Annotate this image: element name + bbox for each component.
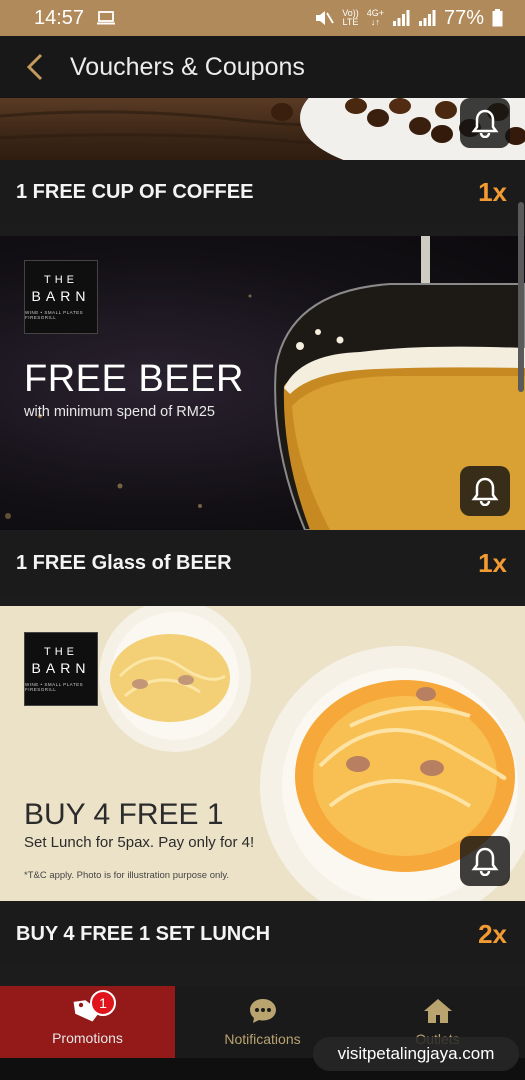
home-icon <box>423 999 452 1023</box>
back-button[interactable] <box>0 36 70 98</box>
bell-reminder-button[interactable] <box>460 98 510 148</box>
bell-icon <box>471 847 499 876</box>
the-barn-logo: THE BARN WINE • SMALL PLATES FIRESGRILL <box>24 260 98 334</box>
banner-headline: FREE BEER <box>24 358 244 400</box>
page-title: Vouchers & Coupons <box>70 52 305 81</box>
network-type-indicator: 4G+ ↓↑ <box>366 8 384 27</box>
bell-icon <box>471 109 499 138</box>
voucher-quantity: 1x <box>478 176 507 207</box>
bell-reminder-button[interactable] <box>460 836 510 886</box>
nav-label: Notifications <box>224 1031 301 1047</box>
chevron-left-icon <box>26 53 43 81</box>
voucher-list[interactable]: 1 FREE CUP OF COFFEE 1x THE BARN WINE • … <box>0 98 525 986</box>
voucher-row-lunch[interactable]: BUY 4 FREE 1 SET LUNCH 2x <box>0 902 525 966</box>
battery-percent: 77% <box>443 6 484 29</box>
nav-tab-promotions[interactable]: 1 Promotions <box>0 986 175 1058</box>
chat-bubble-icon <box>249 999 276 1023</box>
notification-badge: 1 <box>90 990 116 1016</box>
voucher-quantity: 1x <box>478 547 507 578</box>
voucher-row-coffee[interactable]: 1 FREE CUP OF COFFEE 1x <box>0 160 525 224</box>
laptop-icon <box>97 11 116 25</box>
voucher-banner-lunch[interactable]: THE BARN WINE • SMALL PLATES FIRESGRILL … <box>0 606 525 901</box>
signal-icon <box>392 10 410 26</box>
battery-icon <box>492 9 503 27</box>
voucher-banner-coffee[interactable] <box>0 98 525 160</box>
banner-subtext: with minimum spend of RM25 <box>24 404 215 420</box>
banner-subtext: Set Lunch for 5pax. Pay only for 4! <box>24 834 255 851</box>
mute-icon <box>316 11 334 25</box>
volte-indicator: Vo)) LTE <box>342 8 359 27</box>
coffee-beans-image <box>0 98 525 160</box>
app-screen: 14:57 Vo)) LTE 4G+ ↓↑ 77% Vouchers & Cou… <box>0 0 525 1080</box>
watermark-label: visitpetalingjaya.com <box>313 1037 519 1071</box>
scrollbar[interactable] <box>518 202 524 392</box>
signal-icon-2 <box>418 10 436 26</box>
voucher-banner-beer[interactable]: THE BARN WINE • SMALL PLATES FIRESGRILL … <box>0 236 525 530</box>
the-barn-logo: THE BARN WINE • SMALL PLATES FIRESGRILL <box>24 632 98 706</box>
bell-reminder-button[interactable] <box>460 466 510 516</box>
bell-icon <box>471 477 499 506</box>
banner-disclaimer: *T&C apply. Photo is for illustration pu… <box>24 870 230 881</box>
status-bar: 14:57 Vo)) LTE 4G+ ↓↑ 77% <box>0 0 525 36</box>
banner-headline: BUY 4 FREE 1 <box>24 798 224 831</box>
voucher-title: BUY 4 FREE 1 SET LUNCH <box>16 922 271 945</box>
voucher-title: 1 FREE CUP OF COFFEE <box>16 180 254 203</box>
app-header: Vouchers & Coupons <box>0 36 525 98</box>
nav-label: Promotions <box>52 1030 123 1046</box>
voucher-title: 1 FREE Glass of BEER <box>16 551 232 574</box>
voucher-row-beer[interactable]: 1 FREE Glass of BEER 1x <box>0 531 525 595</box>
voucher-quantity: 2x <box>478 918 507 949</box>
status-time: 14:57 <box>34 6 85 29</box>
